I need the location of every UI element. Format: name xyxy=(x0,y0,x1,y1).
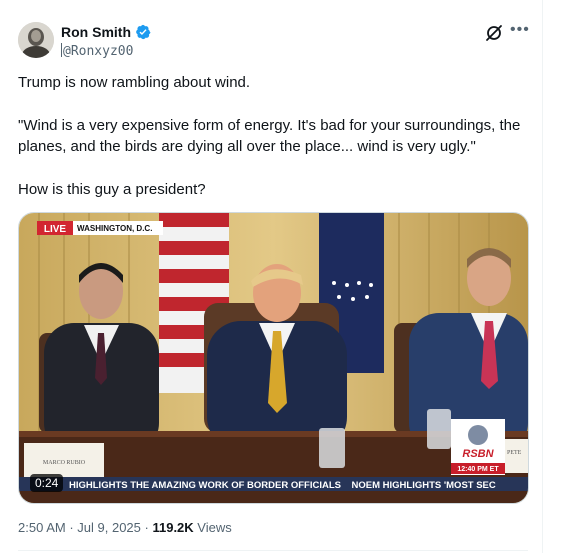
video-duration: 0:24 xyxy=(30,474,64,492)
video-frame: MARCO RUBIO PETE LIVE WASHINGTON, D.C. R… xyxy=(19,213,528,503)
avatar[interactable] xyxy=(18,22,54,58)
location-label: WASHINGTON, D.C. xyxy=(77,224,152,233)
ticker-text: HIGHLIGHTS THE AMAZING WORK OF BORDER OF… xyxy=(69,480,496,491)
broadcast-clock: 12:40 PM ET xyxy=(457,466,499,473)
verified-badge-icon xyxy=(136,24,151,40)
avatar-image xyxy=(18,22,54,58)
author-display-name[interactable]: Ron Smith xyxy=(61,24,131,40)
author-handle[interactable]: @Ronxyz00 xyxy=(61,43,133,59)
video-player[interactable]: MARCO RUBIO PETE LIVE WASHINGTON, D.C. R… xyxy=(18,212,529,504)
tweet-paragraph: How is this guy a president? xyxy=(18,181,206,198)
tweet-meta: 2:50 AM · Jul 9, 2025 · 119.2K Views xyxy=(18,520,232,535)
author-handle-text: @Ronxyz00 xyxy=(63,44,134,59)
live-label: LIVE xyxy=(44,224,67,235)
views-label: Views xyxy=(197,520,232,535)
nameplate-left: MARCO RUBIO xyxy=(43,460,86,466)
more-icon[interactable]: ••• xyxy=(510,22,529,43)
grok-icon[interactable] xyxy=(484,23,504,43)
views-count: 119.2K xyxy=(152,520,194,535)
tweet-paragraph: "Wind is a very expensive form of energy… xyxy=(18,117,521,155)
divider xyxy=(18,550,528,551)
network-logo: RSBN xyxy=(462,448,494,460)
tweet-date[interactable]: Jul 9, 2025 xyxy=(77,520,141,535)
tweet-time[interactable]: 2:50 AM xyxy=(18,520,66,535)
nameplate-right: PETE xyxy=(507,450,522,456)
text-cursor xyxy=(61,43,62,57)
tweet-paragraph: Trump is now rambling about wind. xyxy=(18,74,251,91)
tweet-card: Ron Smith @Ronxyz00 ••• Trump is now ram… xyxy=(0,0,543,553)
author-name-row[interactable]: Ron Smith xyxy=(61,24,151,40)
